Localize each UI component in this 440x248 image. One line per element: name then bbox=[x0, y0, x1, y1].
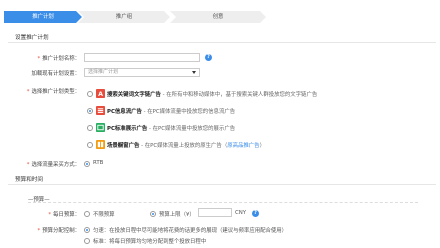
budget-control-radio-standard[interactable] bbox=[84, 238, 90, 244]
daily-budget-unlimited-label: 不限预算 bbox=[93, 212, 115, 218]
divider bbox=[8, 184, 436, 185]
ad-type-option-showcase[interactable]: 场景橱窗广告 - 在PC媒体流量上投放的原生广告（原高品推广告） bbox=[107, 141, 265, 149]
divider bbox=[8, 42, 436, 43]
settlement-label: * 选择流量采买方式： bbox=[26, 162, 80, 168]
step-bar: 推广计划 推广组 创意 bbox=[4, 11, 272, 23]
feed-ad-icon bbox=[96, 106, 105, 115]
search-ad-icon: A bbox=[96, 89, 105, 98]
budget-group-line bbox=[28, 202, 418, 203]
budget-control-opt-even: 匀速：在投放日程中尽可能地将花费的话更多的展现（建议与频率应用配合使用） bbox=[93, 228, 288, 234]
budget-control-opt-standard: 标准：将每日预算均匀地分配到整个投放日程中 bbox=[93, 239, 207, 245]
svg-text:A: A bbox=[98, 91, 103, 98]
step-creative[interactable]: 创意 bbox=[170, 11, 266, 23]
ad-type-radio-pc-feed[interactable] bbox=[87, 108, 93, 114]
budget-control-label: * 预算分配控制： bbox=[37, 228, 80, 234]
help-icon[interactable]: ? bbox=[252, 210, 259, 217]
ad-type-radio-search[interactable] bbox=[87, 91, 93, 97]
help-icon[interactable]: ? bbox=[205, 54, 212, 61]
ad-type-radio-showcase[interactable] bbox=[87, 142, 93, 148]
currency-label: CNY bbox=[235, 210, 247, 216]
showcase-link[interactable]: 原高品推广告 bbox=[227, 143, 259, 149]
budget-control-radio-even[interactable] bbox=[84, 227, 90, 233]
settlement-value: RTB bbox=[93, 160, 104, 166]
load-existing-label: 加载现有计划设置： bbox=[31, 71, 80, 77]
chevron-down-icon bbox=[192, 71, 196, 74]
daily-budget-limit-label: 预算上限（¥） bbox=[159, 212, 195, 218]
ad-type-radio-pc-display[interactable] bbox=[87, 125, 93, 131]
daily-budget-label: * 每日预算： bbox=[48, 212, 80, 218]
section-title-plan: 设置推广计划 bbox=[15, 35, 49, 41]
daily-budget-radio-unlimited[interactable] bbox=[84, 211, 90, 217]
ad-type-option-pc-feed[interactable]: PC信息流广告 - 在PC媒体流量中投放您的信息流广告 bbox=[107, 107, 235, 115]
step-group[interactable]: 推广组 bbox=[78, 11, 170, 23]
settlement-radio-rtb[interactable] bbox=[84, 161, 90, 167]
load-existing-select[interactable]: 选择推广计划 bbox=[84, 68, 200, 77]
section-title-budget: 预算和时间 bbox=[15, 177, 43, 183]
load-existing-placeholder: 选择推广计划 bbox=[88, 69, 119, 75]
plan-name-label: * 推广计划名称： bbox=[37, 56, 80, 62]
plan-name-input[interactable] bbox=[84, 53, 200, 62]
display-ad-icon bbox=[96, 123, 105, 132]
daily-budget-radio-limit[interactable] bbox=[150, 211, 156, 217]
showcase-ad-icon bbox=[96, 140, 105, 149]
step-plan[interactable]: 推广计划 bbox=[4, 11, 82, 23]
ad-type-option-search[interactable]: 搜索关键词文字链广告 - 在所有中和移动媒体中，基于搜索关键人群投放您的文字链广… bbox=[107, 90, 317, 98]
ad-type-option-pc-display[interactable]: PC标准展示广告 - 在PC媒体流量中投放您的展示广告 bbox=[107, 124, 235, 132]
ad-type-label: * 选择推广计划类型： bbox=[26, 89, 80, 95]
daily-budget-input[interactable] bbox=[198, 208, 232, 217]
